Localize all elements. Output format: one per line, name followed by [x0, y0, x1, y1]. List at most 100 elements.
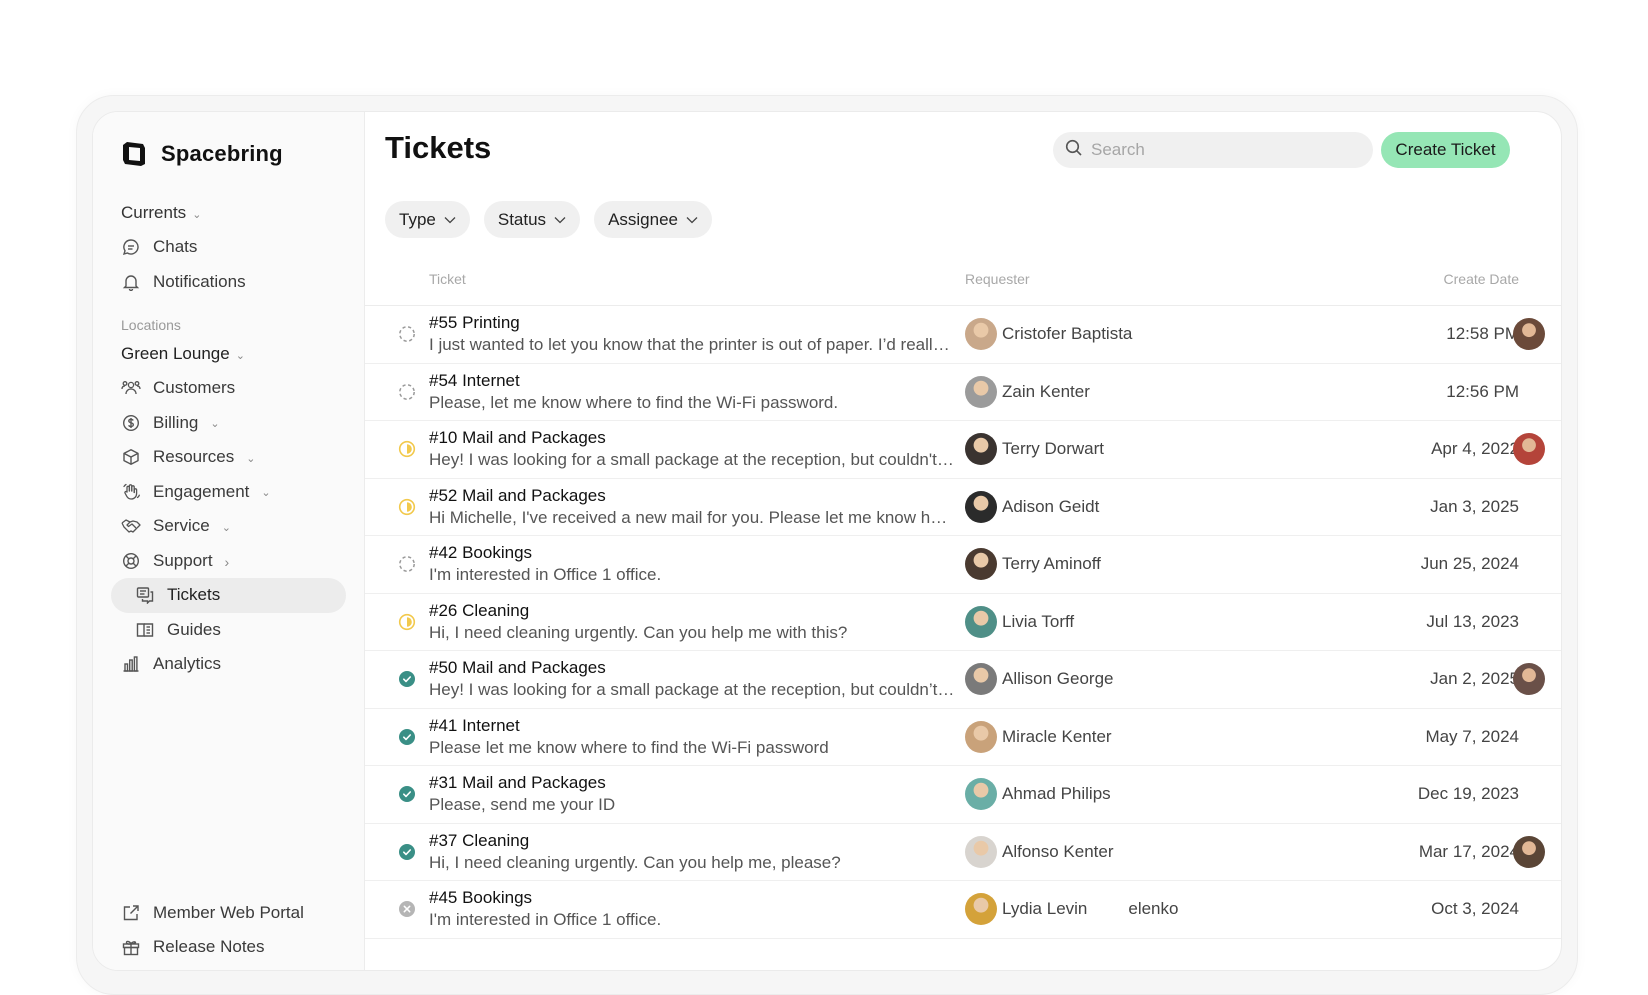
sidebar-item-label: Release Notes — [153, 937, 265, 956]
sidebar-item-member-web-portal[interactable]: Member Web Portal — [111, 896, 347, 930]
ticket-description: I just wanted to let you know that the p… — [429, 335, 955, 355]
sidebar-item-guides[interactable]: Guides — [111, 613, 346, 648]
handshake-icon — [121, 516, 141, 536]
filter-label: Status — [497, 209, 547, 229]
main-content: Tickets Create Ticket Type Status Assign… — [365, 112, 1561, 970]
status-closed-icon — [397, 899, 417, 919]
wave-hand-icon — [121, 482, 141, 502]
cube-icon — [121, 447, 141, 467]
sidebar-item-customers[interactable]: Customers — [111, 371, 346, 406]
ticket-cell: #50 Mail and Packages Hey! I was looking … — [429, 657, 955, 701]
status-open-icon — [397, 382, 417, 402]
column-header-requester[interactable]: Requester — [965, 271, 1409, 287]
ticket-description: Please, send me your ID — [429, 795, 616, 815]
sidebar-item-engagement[interactable]: Engagement ⌄ — [111, 475, 346, 510]
ticket-cell: #41 Internet Please let me know where to … — [429, 715, 955, 759]
brand[interactable]: Spacebring — [121, 136, 346, 172]
sidebar-item-label: Service — [153, 516, 210, 536]
sidebar-item-resources[interactable]: Resources ⌄ — [111, 440, 346, 475]
ticket-description: Hi, I need cleaning urgently. Can you he… — [429, 622, 848, 642]
create-date: Jul 13, 2023 — [1426, 611, 1519, 631]
chevron-down-icon — [554, 216, 566, 223]
sidebar-item-label: Chats — [153, 237, 198, 257]
status-resolved-icon — [397, 669, 417, 689]
filter-assignee[interactable]: Assignee — [594, 201, 712, 238]
ticket-title: #50 Mail and Packages — [429, 658, 606, 678]
sidebar-item-label: Resources — [153, 447, 235, 467]
gift-icon — [121, 937, 141, 957]
create-ticket-button[interactable]: Create Ticket — [1381, 132, 1510, 168]
ticket-cell: #42 Bookings I'm interested in Office 1 o… — [429, 542, 955, 586]
ticket-description: I'm interested in Office 1 office. — [429, 910, 662, 930]
chevron-down-icon: ⌄ — [246, 452, 256, 465]
column-header-ticket[interactable]: Ticket — [429, 271, 965, 287]
table-row[interactable]: #26 Cleaning Hi, I need cleaning urgently… — [365, 594, 1561, 651]
status-resolved-icon — [397, 727, 417, 747]
table-row[interactable]: #50 Mail and Packages Hey! I was looking … — [365, 651, 1561, 709]
column-header-create-date[interactable]: Create Date — [1409, 271, 1519, 287]
currents-label: Currents — [121, 203, 187, 222]
sidebar-item-label: Guides — [167, 619, 221, 639]
table-row[interactable]: #42 Bookings I'm interested in Office 1 o… — [365, 536, 1561, 594]
table-row[interactable]: #41 Internet Please let me know where to … — [365, 709, 1561, 766]
filter-type[interactable]: Type — [385, 201, 470, 238]
filter-label: Assignee — [608, 209, 678, 229]
requester-cell: Cristofer Baptista — [965, 318, 1409, 351]
assignee-avatar[interactable] — [1513, 318, 1545, 351]
requester-name: Zain Kenter — [1002, 381, 1090, 401]
table-row[interactable]: #37 Cleaning Hi, I need cleaning urgently… — [365, 824, 1561, 881]
sidebar-bottom: Member Web Portal Release Notes — [111, 896, 347, 964]
table-row[interactable]: #54 Internet Please, let me know where to… — [365, 364, 1561, 421]
requester-name: Adison Geidt — [1002, 496, 1100, 516]
requester-extra-text: elenko — [1128, 899, 1179, 919]
locations-label: Locations — [121, 317, 181, 333]
table-row[interactable]: #52 Mail and Packages Hi Michelle, I've r… — [365, 479, 1561, 536]
chevron-down-icon: ⌄ — [192, 208, 202, 221]
page-title: Tickets — [385, 130, 492, 165]
sidebar-item-analytics[interactable]: Analytics — [111, 647, 346, 682]
assignee-avatar[interactable] — [1513, 835, 1545, 868]
requester-avatar — [965, 778, 997, 811]
sidebar-item-release-notes[interactable]: Release Notes — [111, 930, 347, 964]
requester-name: Alfonso Kenter — [1002, 841, 1114, 861]
requester-cell: Terry Dorwart — [965, 433, 1409, 466]
create-date: Oct 3, 2024 — [1431, 899, 1519, 919]
sidebar-item-billing[interactable]: Billing ⌄ — [111, 406, 346, 441]
search-input[interactable] — [1091, 140, 1351, 160]
sidebar-item-notifications[interactable]: Notifications — [111, 265, 346, 300]
ticket-title: #45 Bookings — [429, 888, 533, 908]
chevron-down-icon: ⌄ — [261, 487, 271, 500]
filter-status[interactable]: Status — [483, 201, 581, 238]
location-name: Green Lounge — [121, 344, 230, 363]
ticket-description: Hey! I was looking for a small package a… — [429, 680, 955, 700]
location-selector[interactable]: Green Lounge ⌄ — [121, 337, 346, 371]
ticket-cell: #52 Mail and Packages Hi Michelle, I've r… — [429, 485, 955, 529]
requester-cell: Miracle Kenter — [965, 720, 1409, 753]
table-row[interactable]: #31 Mail and Packages Please, send me you… — [365, 766, 1561, 824]
table-row[interactable]: #55 Printing I just wanted to let you kno… — [365, 306, 1561, 364]
sidebar-item-support[interactable]: Support › — [111, 544, 346, 579]
currents-toggle[interactable]: Currents ⌄ — [121, 196, 346, 230]
tickets-table: Ticket Requester Create Date #55 Printin… — [365, 252, 1561, 939]
sidebar-item-chats[interactable]: Chats — [111, 230, 346, 265]
table-row[interactable]: #10 Mail and Packages Hey! I was looking … — [365, 421, 1561, 479]
users-icon — [121, 378, 141, 398]
requester-name: Miracle Kenter — [1002, 726, 1112, 746]
ticket-cell: #26 Cleaning Hi, I need cleaning urgently… — [429, 600, 955, 644]
requester-avatar — [965, 893, 997, 926]
sidebar-item-tickets[interactable]: Tickets — [111, 578, 346, 613]
requester-name: Allison George — [1002, 669, 1114, 689]
table-header: Ticket Requester Create Date — [365, 252, 1561, 306]
assignee-avatar[interactable] — [1513, 433, 1545, 466]
create-date: 12:58 PM — [1446, 324, 1519, 344]
requester-avatar — [965, 548, 997, 581]
status-in-progress-icon — [397, 497, 417, 517]
table-row[interactable]: #45 Bookings I'm interested in Office 1 o… — [365, 881, 1561, 939]
ticket-cell: #10 Mail and Packages Hey! I was looking … — [429, 427, 955, 471]
filter-label: Type — [399, 209, 436, 229]
sidebar-item-service[interactable]: Service ⌄ — [111, 509, 346, 544]
assignee-avatar[interactable] — [1513, 663, 1545, 696]
requester-avatar — [965, 835, 997, 868]
search-box[interactable] — [1053, 132, 1373, 168]
app-window: Spacebring Currents ⌄ Chats Notification… — [92, 111, 1562, 971]
